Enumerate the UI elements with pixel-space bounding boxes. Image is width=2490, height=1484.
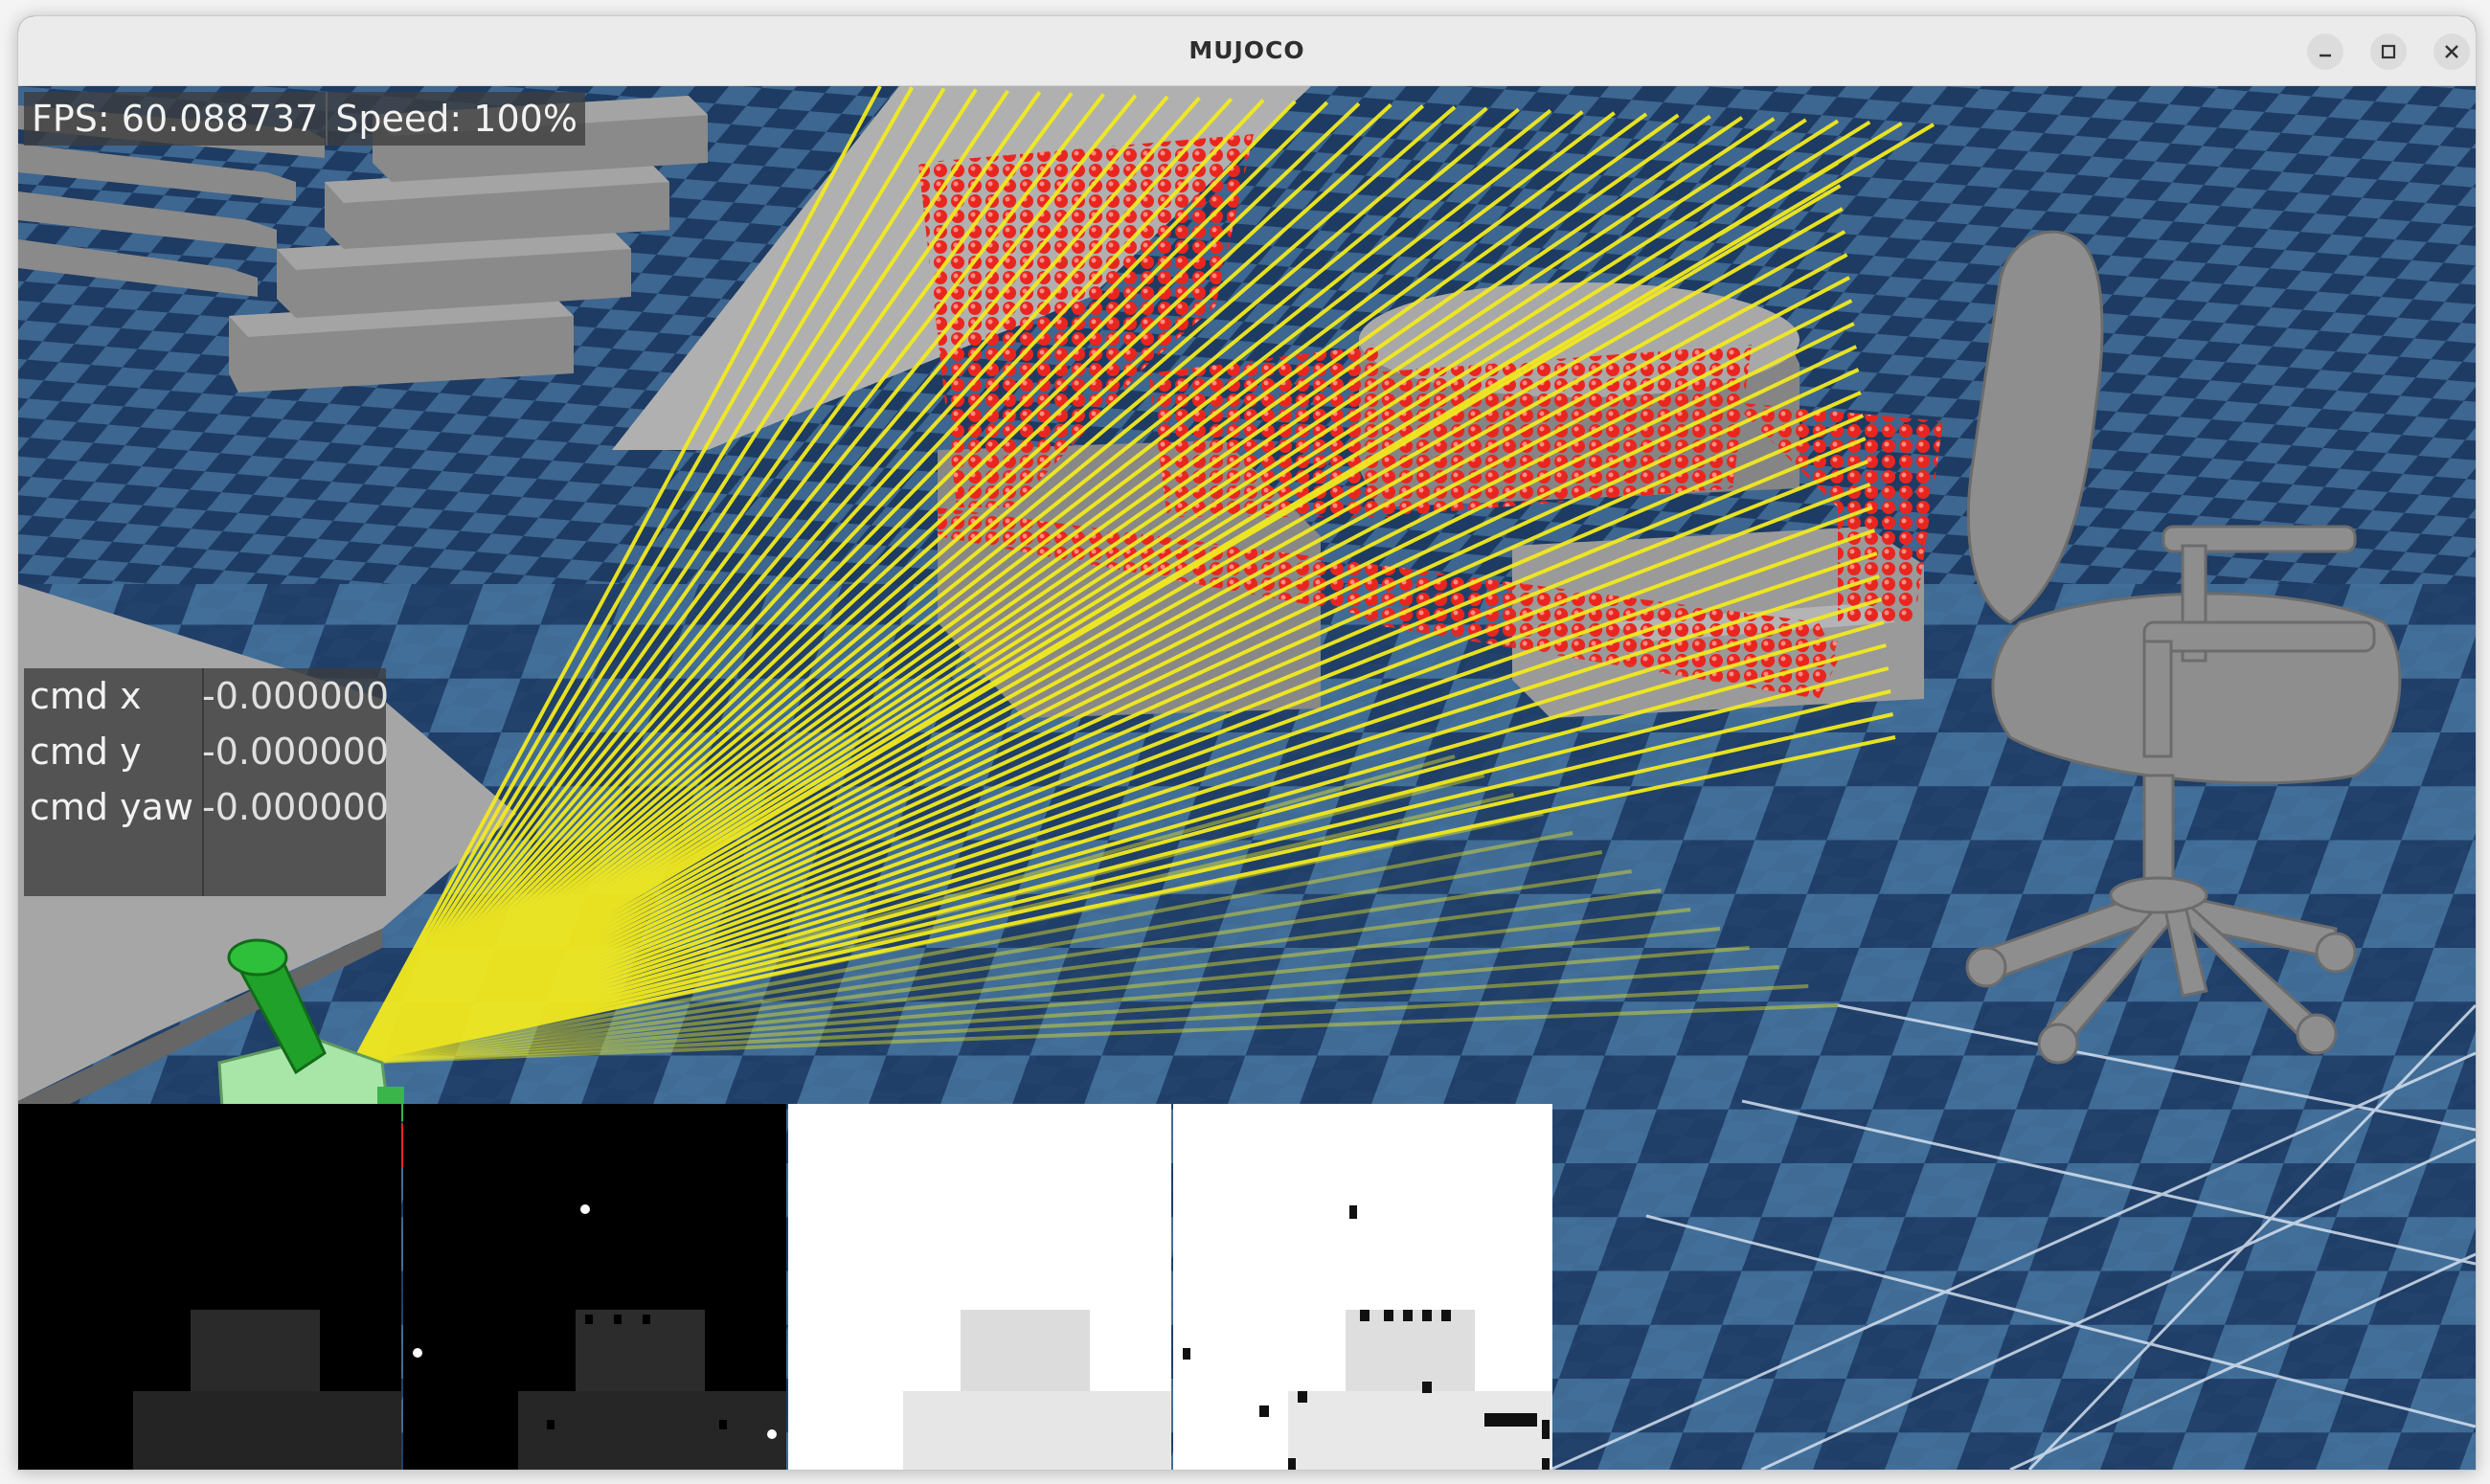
cmd-x-value: -0.000000: [202, 675, 390, 717]
command-panel: cmd x -0.000000 cmd y -0.000000 cmd yaw …: [24, 668, 390, 896]
close-button[interactable]: [2433, 34, 2470, 70]
depth-noisy-render: [413, 1204, 786, 1470]
cmd-y-label: cmd y: [30, 731, 142, 773]
depth-image-noisy: [403, 1104, 786, 1470]
window-title: MUJOCO: [1188, 36, 1305, 64]
cmd-yaw-label: cmd yaw: [30, 786, 193, 828]
depth-image-raw: [18, 1104, 401, 1470]
depth-inverted-render: [903, 1310, 1171, 1470]
app-window: MUJOCO FPS: 60.088737 Speed: 100% cmd x …: [17, 15, 2477, 1471]
speed-readout: Speed: 100%: [335, 98, 577, 140]
fps-overlay: FPS: 60.088737 Speed: 100%: [24, 92, 585, 146]
cmd-row-yaw: cmd yaw -0.000000: [24, 779, 390, 835]
depth-image-inverted-noisy: [1173, 1104, 1552, 1470]
cmd-y-value: -0.000000: [202, 731, 390, 773]
depth-inverted-noisy-render: [1183, 1205, 1552, 1470]
maximize-button[interactable]: [2370, 34, 2407, 70]
minimize-icon: [2320, 54, 2331, 57]
cmd-x-label: cmd x: [30, 675, 142, 717]
fps-readout: FPS: 60.088737: [32, 98, 319, 140]
cmd-row-y: cmd y -0.000000: [24, 724, 390, 779]
depth-raw-render: [133, 1310, 401, 1470]
simulation-viewport[interactable]: FPS: 60.088737 Speed: 100% cmd x -0.0000…: [18, 86, 2476, 1470]
maximize-icon: [2381, 44, 2396, 59]
close-icon: [2445, 45, 2458, 58]
title-bar[interactable]: MUJOCO: [18, 16, 2476, 86]
cmd-yaw-value: -0.000000: [202, 786, 390, 828]
depth-image-inverted: [788, 1104, 1171, 1470]
cmd-row-x: cmd x -0.000000: [24, 668, 390, 724]
minimize-button[interactable]: [2307, 34, 2343, 70]
